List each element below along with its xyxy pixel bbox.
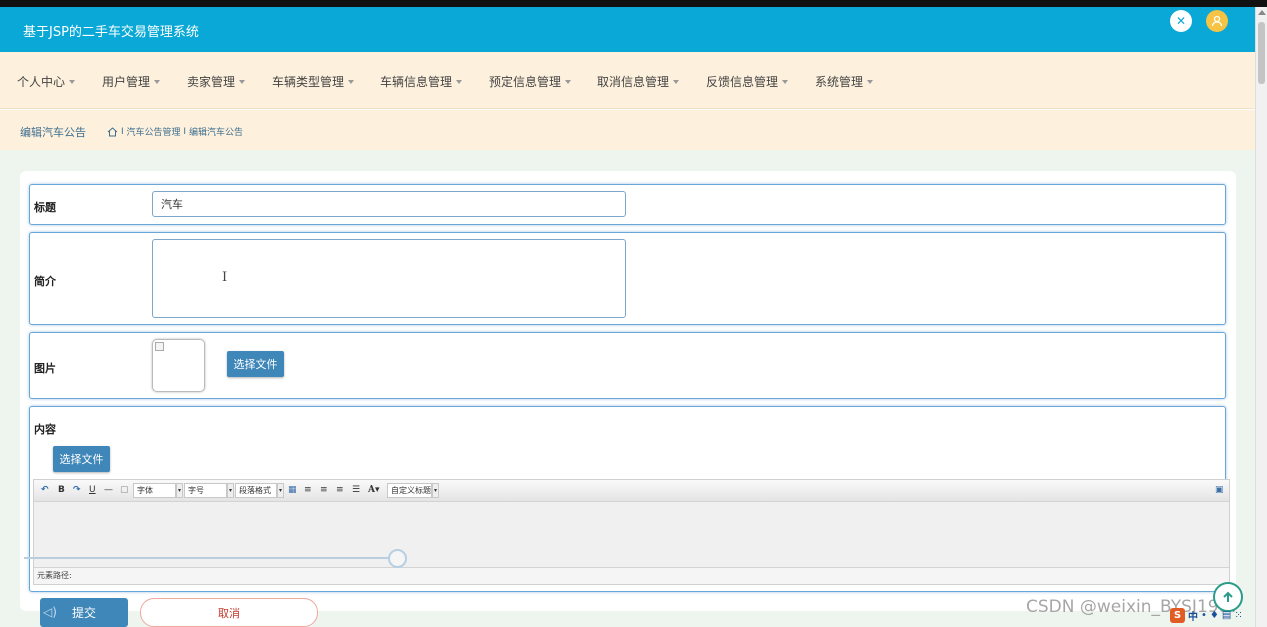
breadcrumb-separator: I bbox=[121, 126, 124, 137]
chevron-down-icon bbox=[348, 79, 355, 84]
cancel-button[interactable]: 取消 bbox=[140, 598, 318, 627]
align-left-icon[interactable]: ≡ bbox=[304, 485, 312, 496]
align-right-icon[interactable]: ≡ bbox=[320, 485, 328, 496]
ime-punctuation-icon[interactable]: • bbox=[1201, 610, 1207, 621]
chevron-down-icon: ▾ bbox=[374, 485, 380, 495]
table-icon[interactable]: ▦ bbox=[288, 485, 297, 496]
breadcrumb-bar: 编辑汽车公告 I 汽车公告管理 I 编辑汽车公告 bbox=[0, 110, 1255, 150]
breadcrumb: I 汽车公告管理 I 编辑汽车公告 bbox=[107, 125, 243, 138]
chevron-down-icon bbox=[154, 79, 161, 84]
editor-status-bar: 元素路径: bbox=[34, 567, 1229, 584]
content-label: 内容 bbox=[34, 423, 56, 436]
horizontal-rule-icon[interactable]: — bbox=[104, 485, 113, 496]
title-label: 标题 bbox=[34, 201, 56, 214]
undo-icon[interactable]: ↶ bbox=[41, 485, 49, 496]
chevron-down-icon[interactable]: ▾ bbox=[227, 483, 234, 498]
home-icon[interactable] bbox=[107, 126, 118, 137]
nav-item-vehicle-type-management[interactable]: 车辆类型管理 bbox=[272, 73, 355, 90]
chevron-down-icon bbox=[673, 79, 680, 84]
chevron-down-icon bbox=[69, 79, 76, 84]
paragraph-format-select[interactable]: 段落格式 bbox=[235, 483, 277, 498]
editor-toolbar: ↶ B ↷ U — ▢ 字体 ▾ 字号 ▾ 段落格式 ▾ ▦ ≡ ≡ ≡ ☰ A… bbox=[34, 480, 1229, 502]
intro-label: 简介 bbox=[34, 275, 56, 288]
chevron-down-icon[interactable]: ▾ bbox=[432, 483, 439, 498]
chevron-down-icon[interactable]: ▾ bbox=[176, 483, 183, 498]
scroll-thumb[interactable] bbox=[1258, 22, 1265, 84]
ime-menu-icon[interactable]: ⁙ bbox=[1234, 610, 1242, 621]
arrow-up-icon bbox=[1223, 591, 1233, 602]
chevron-down-icon bbox=[456, 79, 463, 84]
nav-item-seller-management[interactable]: 卖家管理 bbox=[187, 73, 246, 90]
choose-content-file-button[interactable]: 选择文件 bbox=[53, 446, 110, 472]
sogou-ime-icon[interactable]: S bbox=[1170, 607, 1185, 623]
main-nav: 个人中心 用户管理 卖家管理 车辆类型管理 车辆信息管理 预定信息管理 取消信息… bbox=[0, 52, 1255, 109]
choose-image-file-button[interactable]: 选择文件 bbox=[227, 351, 284, 377]
nav-item-feedback-management[interactable]: 反馈信息管理 bbox=[706, 73, 789, 90]
breadcrumb-current: 编辑汽车公告 bbox=[188, 128, 243, 138]
redo-icon[interactable]: ↷ bbox=[73, 485, 81, 496]
font-size-select[interactable]: 字号 bbox=[184, 483, 227, 498]
ime-language-indicator[interactable]: 中 bbox=[1188, 608, 1198, 623]
title-input[interactable] bbox=[152, 191, 626, 217]
page-title: 编辑汽车公告 bbox=[20, 126, 86, 139]
fullscreen-icon[interactable]: ✕ bbox=[1170, 10, 1192, 32]
scrollbar[interactable] bbox=[1255, 7, 1267, 627]
chevron-down-icon bbox=[239, 79, 246, 84]
keyboard-icon[interactable]: ▤ bbox=[1222, 610, 1231, 621]
breadcrumb-separator: I bbox=[183, 126, 187, 137]
source-code-icon[interactable]: ▣ bbox=[1215, 485, 1224, 496]
custom-heading-select[interactable]: 自定义标题 bbox=[387, 483, 432, 498]
rich-text-editor: ↶ B ↷ U — ▢ 字体 ▾ 字号 ▾ 段落格式 ▾ ▦ ≡ ≡ ≡ ☰ A… bbox=[33, 479, 1230, 585]
nav-item-system-management[interactable]: 系统管理 bbox=[815, 73, 874, 90]
speaker-icon[interactable]: ◁) bbox=[43, 605, 57, 619]
font-family-select[interactable]: 字体 bbox=[133, 483, 176, 498]
form-row-image: 图片 bbox=[29, 332, 1226, 399]
bold-button[interactable]: B bbox=[58, 485, 65, 496]
justify-icon[interactable]: ☰ bbox=[352, 485, 360, 496]
video-progress-knob[interactable] bbox=[388, 549, 407, 568]
chevron-down-icon bbox=[867, 79, 874, 84]
user-avatar-icon[interactable] bbox=[1206, 10, 1228, 32]
page-icon[interactable]: ▢ bbox=[120, 485, 129, 496]
microphone-icon[interactable]: ♦ bbox=[1210, 610, 1219, 621]
scroll-up-icon[interactable] bbox=[1258, 10, 1266, 15]
window-top-edge bbox=[0, 0, 1267, 7]
nav-item-vehicle-info-management[interactable]: 车辆信息管理 bbox=[380, 73, 463, 90]
ime-toolbar[interactable]: S 中 • ♦ ▤ ⁙ bbox=[1170, 606, 1243, 624]
nav-item-reservation-management[interactable]: 预定信息管理 bbox=[489, 73, 572, 90]
underline-button[interactable]: U bbox=[89, 485, 96, 496]
align-center-icon[interactable]: ≡ bbox=[336, 485, 344, 496]
broken-image-icon bbox=[155, 342, 164, 351]
app-title: 基于JSP的二手车交易管理系统 bbox=[23, 25, 199, 40]
text-cursor-icon: I bbox=[222, 270, 228, 285]
nav-item-user-management[interactable]: 用户管理 bbox=[102, 73, 161, 90]
breadcrumb-link-notice-management[interactable]: 汽车公告管理 bbox=[127, 125, 181, 138]
image-label: 图片 bbox=[34, 362, 56, 375]
chevron-down-icon bbox=[782, 79, 789, 84]
chevron-down-icon[interactable]: ▾ bbox=[277, 483, 284, 498]
font-color-button[interactable]: A▾ bbox=[368, 485, 380, 496]
chevron-down-icon bbox=[565, 79, 572, 84]
nav-item-personal-center[interactable]: 个人中心 bbox=[17, 73, 76, 90]
app-header: 基于JSP的二手车交易管理系统 bbox=[0, 7, 1255, 52]
video-progress-track[interactable] bbox=[24, 557, 389, 559]
nav-item-cancellation-management[interactable]: 取消信息管理 bbox=[597, 73, 680, 90]
